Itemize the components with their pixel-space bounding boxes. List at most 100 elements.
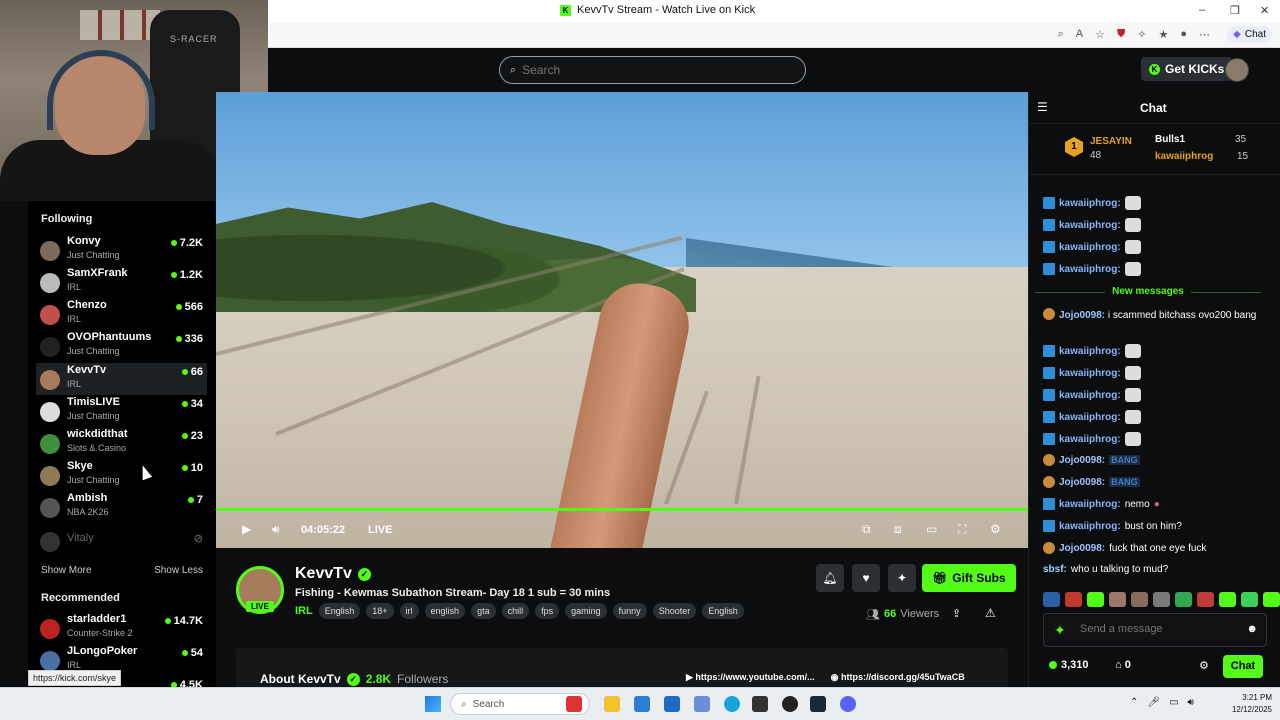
sidebar-channel-vitaly[interactable]: Vitaly ⊘ bbox=[36, 525, 207, 557]
chat-username[interactable]: kawaiiphrog: bbox=[1059, 521, 1121, 532]
leader-third-name[interactable]: kawaiiphrog bbox=[1155, 151, 1213, 162]
game-app-icon[interactable] bbox=[566, 696, 582, 712]
chat-message[interactable]: kawaiiphrog: bbox=[1043, 196, 1267, 210]
favorites-bar-icon[interactable]: ★ bbox=[1158, 28, 1168, 41]
minimize-icon[interactable]: – bbox=[1199, 4, 1205, 16]
emote-icon[interactable] bbox=[1241, 592, 1258, 607]
start-icon[interactable] bbox=[425, 696, 441, 712]
volume-icon[interactable]: 🔊︎ bbox=[272, 522, 280, 537]
terminal-icon[interactable] bbox=[752, 696, 768, 712]
emote-icon[interactable] bbox=[1109, 592, 1126, 607]
tag[interactable]: 18+ bbox=[366, 603, 394, 619]
tag[interactable]: english bbox=[424, 603, 466, 619]
sparkle-icon[interactable]: ✦ bbox=[1054, 622, 1066, 639]
chat-username[interactable]: kawaiiphrog: bbox=[1059, 264, 1121, 275]
chat-message[interactable]: kawaiiphrog: bbox=[1043, 218, 1267, 232]
chat-username[interactable]: kawaiiphrog: bbox=[1059, 220, 1121, 231]
obs-icon[interactable] bbox=[782, 696, 798, 712]
network-icon[interactable]: ▭ bbox=[1169, 697, 1178, 708]
sidebar-channel-wickdidthat[interactable]: wickdidthat Slots & Casino 23 bbox=[36, 427, 207, 459]
chat-message[interactable]: kawaiiphrog: bbox=[1043, 388, 1267, 402]
discord-link[interactable]: ◉ https://discord.gg/45uTwaCB bbox=[831, 672, 965, 683]
collapse-chat-icon[interactable]: ☰ bbox=[1037, 100, 1048, 114]
chat-username[interactable]: kawaiiphrog: bbox=[1059, 434, 1121, 445]
discord-icon[interactable] bbox=[840, 696, 856, 712]
chat-username[interactable]: sbsf: bbox=[1043, 564, 1067, 575]
extension-shield-icon[interactable]: ⛊ bbox=[1117, 28, 1125, 41]
favorite-icon[interactable]: ☆ bbox=[1095, 28, 1105, 41]
chat-message[interactable]: Jojo0098: BANG bbox=[1043, 454, 1267, 466]
report-icon[interactable]: ⚠ bbox=[985, 606, 996, 620]
emote-icon[interactable] bbox=[1175, 592, 1192, 607]
leader-first-name[interactable]: JESAYIN bbox=[1090, 136, 1132, 147]
tag[interactable]: fps bbox=[535, 603, 560, 619]
chat-message[interactable]: Jojo0098: i scammed bitchass ovo200 bang bbox=[1043, 308, 1267, 323]
chat-message[interactable]: kawaiiphrog: bbox=[1043, 262, 1267, 276]
chat-message[interactable]: kawaiiphrog: bbox=[1043, 432, 1267, 446]
show-more-button[interactable]: Show More bbox=[41, 565, 92, 576]
notification-bell-button[interactable]: 🔔︎ bbox=[816, 564, 844, 592]
stream-category[interactable]: IRL bbox=[295, 605, 313, 617]
outlook-icon[interactable] bbox=[664, 696, 680, 712]
edge-icon[interactable] bbox=[724, 696, 740, 712]
show-less-button[interactable]: Show Less bbox=[154, 565, 203, 576]
channel-points[interactable]: 3,310 bbox=[1049, 659, 1089, 671]
volume-icon[interactable]: 🔊︎ bbox=[1188, 697, 1194, 708]
user-avatar[interactable] bbox=[1225, 58, 1249, 82]
follow-heart-button[interactable]: ♥ bbox=[852, 564, 880, 592]
sidebar-channel-timislive[interactable]: TimisLIVE Just Chatting 34 bbox=[36, 395, 207, 427]
sidebar-recommended-starladder1[interactable]: starladder1 Counter-Strike 2 14.7K bbox=[36, 612, 207, 644]
chat-message[interactable]: Jojo0098: fuck that one eye fuck bbox=[1043, 542, 1267, 554]
chat-username[interactable]: kawaiiphrog: bbox=[1059, 346, 1121, 357]
emote-icon[interactable] bbox=[1153, 592, 1170, 607]
chat-username[interactable]: kawaiiphrog: bbox=[1059, 390, 1121, 401]
chat-username[interactable]: kawaiiphrog: bbox=[1059, 499, 1121, 510]
copilot-button[interactable]: ◆ Chat bbox=[1227, 26, 1272, 43]
tag[interactable]: English bbox=[318, 603, 361, 619]
clip-icon[interactable]: ⧈ bbox=[894, 522, 902, 537]
emote-icon[interactable] bbox=[1065, 592, 1082, 607]
fullscreen-icon[interactable]: ⛶ bbox=[958, 522, 966, 537]
steam-icon[interactable] bbox=[810, 696, 826, 712]
video-player[interactable]: ▶ 🔊︎ 04:05:22 LIVE ⧉ ⧈ ▭ ⛶ ⚙ bbox=[216, 92, 1028, 548]
more-menu-icon[interactable]: ⋯ bbox=[1199, 28, 1210, 41]
sidebar-channel-ambish[interactable]: Ambish NBA 2K26 7 bbox=[36, 491, 207, 523]
chat-input-box[interactable]: ✦ ☻ bbox=[1043, 613, 1267, 647]
emote-icon[interactable] bbox=[1197, 592, 1214, 607]
store-app-icon[interactable] bbox=[634, 696, 650, 712]
sidebar-channel-skye[interactable]: Skye Just Chatting 10 bbox=[36, 459, 207, 491]
search-input[interactable] bbox=[522, 63, 678, 77]
live-indicator[interactable]: LIVE bbox=[368, 524, 392, 536]
get-kicks-button[interactable]: K Get KICKs bbox=[1141, 57, 1233, 81]
chat-message[interactable]: kawaiiphrog: bbox=[1043, 366, 1267, 380]
youtube-link[interactable]: ▶ https://www.youtube.com/... bbox=[686, 672, 815, 683]
profile-icon[interactable]: ● bbox=[1180, 28, 1187, 41]
new-messages-divider[interactable]: New messages bbox=[1029, 286, 1267, 297]
gift-subs-button[interactable]: 🎁︎ Gift Subs bbox=[922, 564, 1016, 592]
share-icon[interactable]: ⇪ bbox=[952, 607, 961, 620]
emoji-picker-icon[interactable]: ☻ bbox=[1246, 623, 1258, 635]
emote-icon[interactable] bbox=[1043, 592, 1060, 607]
app-icon[interactable] bbox=[694, 696, 710, 712]
chevron-up-icon[interactable]: ⌃ bbox=[1130, 697, 1138, 708]
chat-message[interactable]: kawaiiphrog: bbox=[1043, 344, 1267, 358]
sidebar-channel-ovophantuums[interactable]: OVOPhantuums Just Chatting 336 bbox=[36, 330, 207, 362]
send-chat-button[interactable]: Chat bbox=[1223, 655, 1263, 678]
play-icon[interactable]: ▶ bbox=[242, 522, 251, 536]
chat-message[interactable]: kawaiiphrog: bbox=[1043, 240, 1267, 254]
file-explorer-icon[interactable] bbox=[604, 696, 620, 712]
chat-settings-icon[interactable]: ⚙ bbox=[1199, 659, 1209, 672]
close-icon[interactable]: ✕ bbox=[1260, 4, 1269, 17]
maximize-icon[interactable]: ❐ bbox=[1230, 4, 1240, 17]
sidebar-channel-chenzo[interactable]: Chenzo IRL 566 bbox=[36, 298, 207, 330]
streamer-name[interactable]: KevvTv bbox=[295, 565, 352, 583]
emote-icon[interactable] bbox=[1131, 592, 1148, 607]
chat-message[interactable]: kawaiiphrog: nemo ● bbox=[1043, 498, 1267, 510]
chat-username[interactable]: Jojo0098: bbox=[1059, 477, 1105, 488]
microphone-icon[interactable]: 🎤︎ bbox=[1147, 697, 1160, 708]
chat-message[interactable]: Jojo0098: BANG bbox=[1043, 476, 1267, 488]
pip-icon[interactable]: ⧉ bbox=[862, 522, 871, 537]
leader-second-name[interactable]: Bulls1 bbox=[1155, 134, 1185, 145]
chat-username[interactable]: Jojo0098: bbox=[1059, 543, 1105, 554]
extensions-icon[interactable]: ✧ bbox=[1137, 28, 1146, 41]
